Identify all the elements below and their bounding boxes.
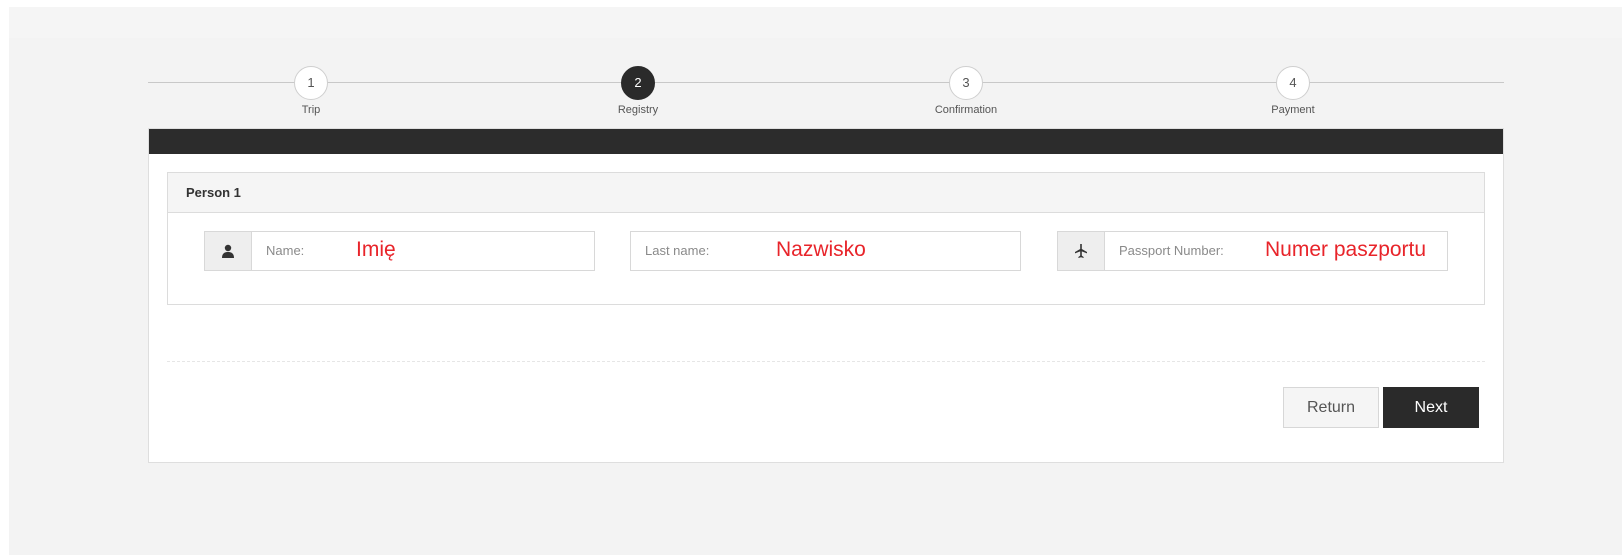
person-section: Person 1 Name: Imię Last name: Nazwisko bbox=[167, 172, 1485, 305]
last-name-field[interactable]: Last name: Nazwisko bbox=[630, 231, 1021, 271]
registration-panel: Person 1 Name: Imię Last name: Nazwisko bbox=[148, 128, 1504, 463]
step-label: Payment bbox=[1271, 104, 1315, 116]
next-button[interactable]: Next bbox=[1383, 387, 1479, 428]
page-top-band bbox=[9, 7, 1622, 38]
name-value[interactable]: Imię bbox=[356, 232, 396, 268]
progress-stepper: 1 Trip 2 Registry 3 Confirmation 4 Payme… bbox=[148, 57, 1504, 127]
name-field[interactable]: Name: Imię bbox=[204, 231, 595, 271]
plane-icon bbox=[1058, 232, 1105, 270]
person-title: Person 1 bbox=[168, 173, 1484, 213]
return-button[interactable]: Return bbox=[1283, 387, 1379, 428]
step-label: Confirmation bbox=[934, 104, 998, 116]
passport-number-value[interactable]: Numer paszportu bbox=[1265, 232, 1426, 268]
step-number: 3 bbox=[949, 66, 983, 100]
step-number: 4 bbox=[1276, 66, 1310, 100]
step-number: 2 bbox=[621, 66, 655, 100]
step-confirmation[interactable]: 3 Confirmation bbox=[886, 66, 1046, 116]
last-name-value[interactable]: Nazwisko bbox=[776, 232, 866, 268]
step-trip[interactable]: 1 Trip bbox=[231, 66, 391, 116]
step-registry[interactable]: 2 Registry bbox=[558, 66, 718, 116]
name-label: Name: bbox=[266, 243, 305, 258]
step-number: 1 bbox=[294, 66, 328, 100]
last-name-label: Last name: bbox=[645, 243, 710, 258]
step-payment[interactable]: 4 Payment bbox=[1213, 66, 1373, 116]
panel-header-bar bbox=[149, 129, 1503, 154]
page-background: 1 Trip 2 Registry 3 Confirmation 4 Payme… bbox=[9, 7, 1622, 555]
divider bbox=[167, 361, 1485, 362]
step-label: Trip bbox=[301, 104, 321, 116]
passport-number-label: Passport Number: bbox=[1119, 243, 1224, 258]
step-label: Registry bbox=[617, 104, 659, 116]
user-icon bbox=[205, 232, 252, 270]
passport-number-field[interactable]: Passport Number: Numer paszportu bbox=[1057, 231, 1448, 271]
